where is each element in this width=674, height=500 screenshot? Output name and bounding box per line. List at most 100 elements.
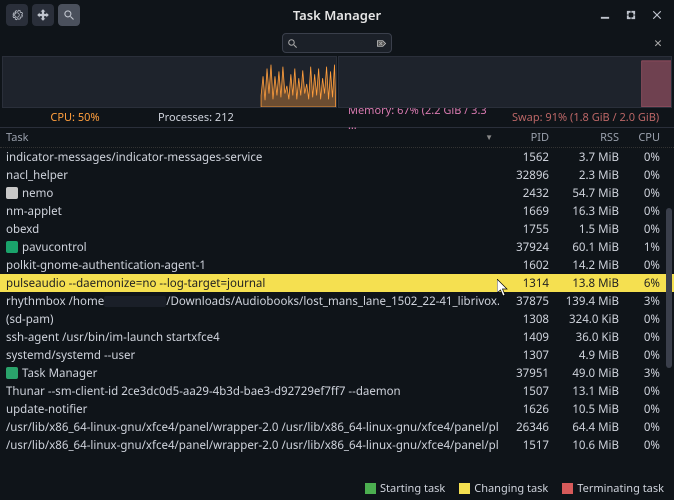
col-header-task[interactable]: Task ▼ [0, 130, 499, 145]
pid-cell: 37875 [499, 294, 549, 309]
cpu-cell: 0% [619, 222, 664, 237]
cpu-cell: 3% [619, 366, 664, 381]
titlebar: Task Manager [0, 0, 674, 30]
process-name: pavucontrol [22, 240, 87, 255]
process-name: pulseaudio --daemonize=no --log-target=j… [6, 276, 265, 291]
search-toggle-button[interactable] [58, 4, 80, 26]
table-row[interactable]: nm-applet166916.3 MiB0% [0, 202, 674, 220]
swatch-starting-icon [365, 483, 376, 494]
table-row[interactable]: (sd-pam) 1308324.0 KiB0% [0, 310, 674, 328]
process-name: /usr/lib/x86_64-linux-gnu/xfce4/panel/wr… [6, 438, 499, 453]
pid-cell: 1562 [499, 150, 549, 165]
cpu-cell: 0% [619, 384, 664, 399]
table-row[interactable]: update-notifier162610.5 MiB0% [0, 400, 674, 418]
table-row[interactable]: pulseaudio --daemonize=no --log-target=j… [0, 274, 674, 292]
cpu-cell: 1% [619, 240, 664, 255]
pid-cell: 1308 [499, 312, 549, 327]
close-button[interactable] [646, 4, 668, 26]
window-title: Task Manager [80, 6, 594, 24]
maximize-button[interactable] [620, 4, 642, 26]
swatch-changing-icon [459, 483, 470, 494]
process-name: nm-applet [6, 204, 62, 219]
rss-cell: 3.7 MiB [549, 150, 619, 165]
task-cell: update-notifier [0, 402, 499, 417]
cpu-cell: 0% [619, 168, 664, 183]
cpu-graph [2, 56, 337, 108]
pid-cell: 26346 [499, 420, 549, 435]
process-name: rhythmbox /home/Downloads/Audiobooks/los… [6, 294, 499, 309]
gear-icon [11, 9, 23, 21]
table-row[interactable]: Thunar --sm-client-id 2ce3dc0d5-aa29-4b3… [0, 382, 674, 400]
process-name: update-notifier [6, 402, 87, 417]
close-search-button[interactable]: × [654, 34, 662, 53]
cpu-cell: 0% [619, 402, 664, 417]
scroll-thumb[interactable] [666, 208, 672, 368]
task-cell: systemd/systemd --user [0, 348, 499, 363]
col-header-pid[interactable]: PID [499, 130, 549, 145]
task-cell: rhythmbox /home/Downloads/Audiobooks/los… [0, 294, 499, 309]
table-row[interactable]: Task Manager3795149.0 MiB3% [0, 364, 674, 382]
table-row[interactable]: /usr/lib/x86_64-linux-gnu/xfce4/panel/wr… [0, 436, 674, 454]
process-name: Task Manager [22, 366, 97, 381]
pid-cell: 1314 [499, 276, 549, 291]
task-cell: ssh-agent /usr/bin/im-launch startxfce4 [0, 330, 499, 345]
cpu-cell: 6% [619, 276, 664, 291]
cpu-stat: CPU: 50% [0, 110, 150, 125]
pid-cell: 37951 [499, 366, 549, 381]
swap-stat: Swap: 91% (1.8 GiB / 2.0 GiB) [504, 110, 674, 125]
cpu-cell: 0% [619, 312, 664, 327]
table-row[interactable]: ssh-agent /usr/bin/im-launch startxfce41… [0, 328, 674, 346]
column-headers[interactable]: Task ▼ PID RSS CPU [0, 128, 674, 148]
minimize-icon [599, 9, 611, 21]
pid-cell: 1626 [499, 402, 549, 417]
search-input[interactable] [302, 37, 372, 49]
process-list[interactable]: indicator-messages/indicator-messages-se… [0, 148, 674, 458]
process-name: /usr/lib/x86_64-linux-gnu/xfce4/panel/wr… [6, 420, 499, 435]
task-cell: (sd-pam) [0, 312, 499, 327]
legend-starting-label: Starting task [380, 481, 445, 496]
pid-cell: 37924 [499, 240, 549, 255]
minimize-button[interactable] [594, 4, 616, 26]
table-row[interactable]: systemd/systemd --user13074.9 MiB0% [0, 346, 674, 364]
redacted-segment [104, 296, 166, 307]
cpu-cell: 0% [619, 204, 664, 219]
process-name: obexd [6, 222, 39, 237]
move-icon [37, 9, 49, 21]
table-row[interactable]: polkit-gnome-authentication-agent-116021… [0, 256, 674, 274]
process-name: ssh-agent /usr/bin/im-launch startxfce4 [6, 330, 220, 345]
table-row[interactable]: /usr/lib/x86_64-linux-gnu/xfce4/panel/wr… [0, 418, 674, 436]
pid-cell: 1517 [499, 438, 549, 453]
process-name: (sd-pam) [6, 312, 53, 327]
table-row[interactable]: rhythmbox /home/Downloads/Audiobooks/los… [0, 292, 674, 310]
cpu-cell: 0% [619, 186, 664, 201]
rss-cell: 64.4 MiB [549, 420, 619, 435]
rss-cell: 13.8 MiB [549, 276, 619, 291]
cpu-cell: 0% [619, 348, 664, 363]
process-icon [6, 187, 18, 199]
cpu-cell: 3% [619, 294, 664, 309]
task-cell: Task Manager [0, 366, 499, 381]
process-name: indicator-messages/indicator-messages-se… [6, 150, 262, 165]
col-header-cpu[interactable]: CPU [619, 130, 664, 145]
move-button[interactable] [32, 4, 54, 26]
search-box[interactable] [282, 33, 392, 53]
rss-cell: 324.0 KiB [549, 312, 619, 327]
process-name: nemo [22, 186, 53, 201]
cpu-cell: 0% [619, 330, 664, 345]
scrollbar[interactable] [666, 148, 672, 458]
task-cell: indicator-messages/indicator-messages-se… [0, 150, 499, 165]
pid-cell: 1507 [499, 384, 549, 399]
table-row[interactable]: nemo243254.7 MiB0% [0, 184, 674, 202]
cpu-cell: 0% [619, 150, 664, 165]
table-row[interactable]: pavucontrol3792460.1 MiB1% [0, 238, 674, 256]
settings-button[interactable] [6, 4, 28, 26]
maximize-icon [625, 9, 637, 21]
search-row: × [0, 30, 674, 56]
legend: Starting task Changing task Terminating … [365, 481, 664, 496]
table-row[interactable]: indicator-messages/indicator-messages-se… [0, 148, 674, 166]
table-row[interactable]: obexd17551.5 MiB0% [0, 220, 674, 238]
task-cell: /usr/lib/x86_64-linux-gnu/xfce4/panel/wr… [0, 420, 499, 435]
clear-search-icon[interactable] [376, 38, 387, 49]
col-header-rss[interactable]: RSS [549, 130, 619, 145]
table-row[interactable]: nacl_helper328962.3 MiB0% [0, 166, 674, 184]
